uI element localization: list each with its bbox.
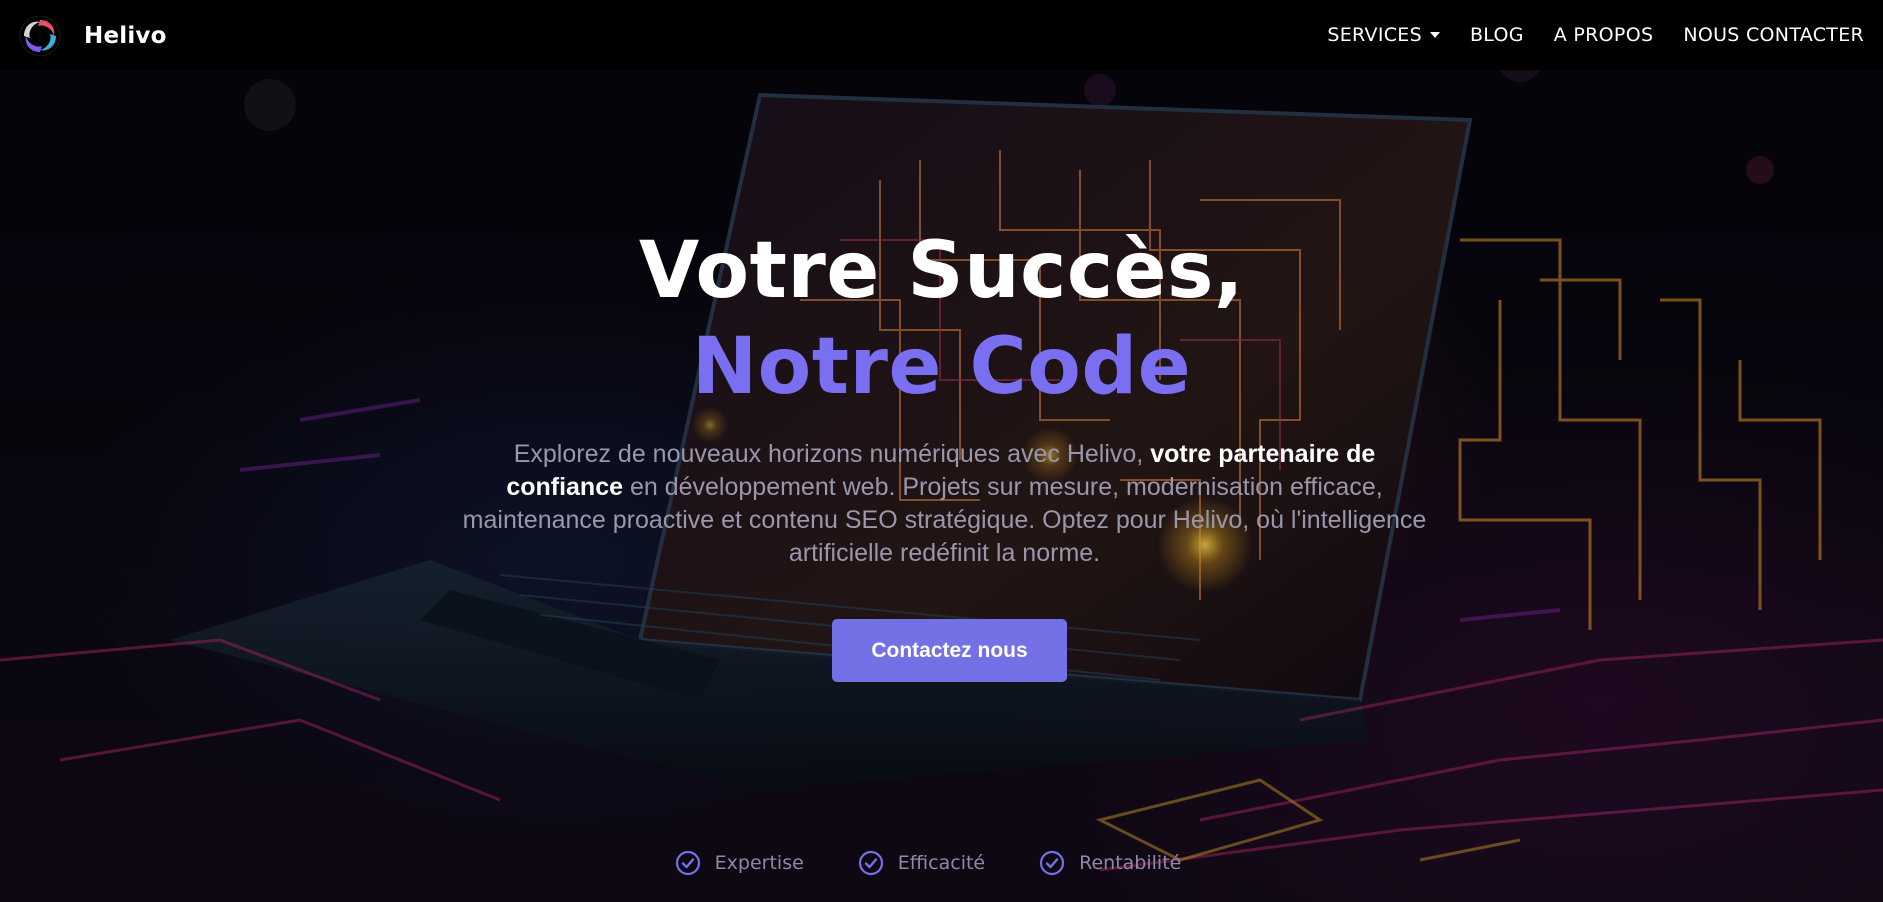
feature-list: Expertise Efficacité Rentabilité — [0, 850, 1883, 876]
helivo-swirl-logo-icon — [19, 15, 61, 57]
brand-home-link[interactable]: Helivo — [18, 14, 167, 58]
feature-item-profitability: Rentabilité — [1039, 850, 1181, 876]
hero-title-line2: Notre Code — [691, 322, 1192, 412]
description-text: Explorez de nouveaux horizons numériques… — [513, 440, 1151, 468]
nav-item-services[interactable]: SERVICES — [1327, 24, 1440, 46]
chevron-down-icon — [1429, 32, 1440, 38]
nav-item-about[interactable]: A PROPOS — [1554, 24, 1654, 46]
hero-description: Explorez de nouveaux horizons numériques… — [462, 438, 1427, 570]
feature-item-efficiency: Efficacité — [858, 850, 985, 876]
feature-label: Expertise — [714, 852, 804, 874]
nav-menu: SERVICES BLOG A PROPOS NOUS CONTACTER — [1297, 0, 1864, 70]
feature-label: Rentabilité — [1079, 852, 1182, 874]
nav-item-label: BLOG — [1469, 24, 1524, 46]
feature-item-expertise: Expertise — [675, 850, 804, 876]
nav-item-contact[interactable]: NOUS CONTACTER — [1683, 24, 1864, 46]
nav-item-blog[interactable]: BLOG — [1470, 24, 1524, 46]
brand-name: Helivo — [84, 23, 167, 49]
contact-cta-button[interactable]: Contactez nous — [832, 619, 1067, 682]
nav-item-label: NOUS CONTACTER — [1683, 24, 1864, 46]
check-circle-icon — [858, 850, 883, 876]
navbar: Helivo SERVICES BLOG A PROPOS NOUS CONTA… — [0, 0, 1883, 70]
feature-label: Efficacité — [897, 852, 986, 874]
nav-item-label: A PROPOS — [1553, 24, 1654, 46]
hero-title-line1: Votre Succès, — [638, 226, 1245, 316]
nav-item-label: SERVICES — [1327, 24, 1422, 46]
check-circle-icon — [1040, 850, 1065, 876]
check-circle-icon — [675, 850, 700, 876]
